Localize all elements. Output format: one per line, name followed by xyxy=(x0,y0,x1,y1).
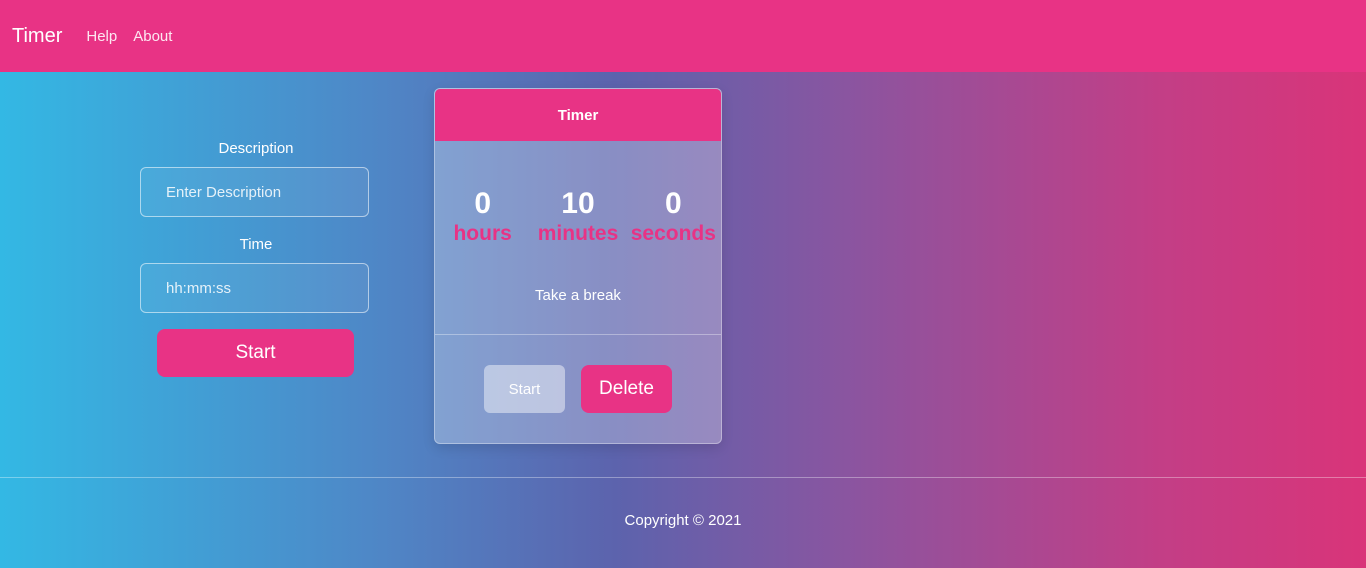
timer-delete-button[interactable]: Delete xyxy=(581,365,672,413)
hours-label: hours xyxy=(453,222,512,245)
seconds-label: seconds xyxy=(630,222,716,245)
nav-link-help[interactable]: Help xyxy=(86,28,117,45)
nav-link-about[interactable]: About xyxy=(133,28,172,45)
seconds-unit: 0 seconds xyxy=(626,187,721,249)
description-input[interactable] xyxy=(140,167,369,217)
hours-unit: 0 hours xyxy=(435,187,530,249)
new-timer-form: Description Time Start xyxy=(140,130,372,377)
timer-card: Timer 0 hours 10 minutes 0 seconds Take … xyxy=(434,88,722,444)
timer-start-button[interactable]: Start xyxy=(484,365,565,413)
time-label: Time xyxy=(239,236,273,253)
countdown-display: 0 hours 10 minutes 0 seconds xyxy=(435,187,721,249)
minutes-unit: 10 minutes xyxy=(530,187,625,249)
navbar: Timer Help About xyxy=(0,0,1366,72)
timer-description: Take a break xyxy=(535,287,621,304)
seconds-value: 0 xyxy=(664,187,682,220)
description-label: Description xyxy=(218,140,294,157)
minutes-label: minutes xyxy=(537,222,619,245)
minutes-value: 10 xyxy=(561,187,595,220)
start-button[interactable]: Start xyxy=(157,329,354,377)
card-divider xyxy=(435,334,721,335)
footer-divider xyxy=(0,477,1366,478)
time-input[interactable] xyxy=(140,263,369,313)
brand-link[interactable]: Timer xyxy=(12,25,62,48)
footer-copyright: Copyright © 2021 xyxy=(624,512,742,529)
card-actions: Start Delete xyxy=(435,365,721,413)
hours-value: 0 xyxy=(474,187,491,220)
timer-card-title: Timer xyxy=(435,89,721,141)
